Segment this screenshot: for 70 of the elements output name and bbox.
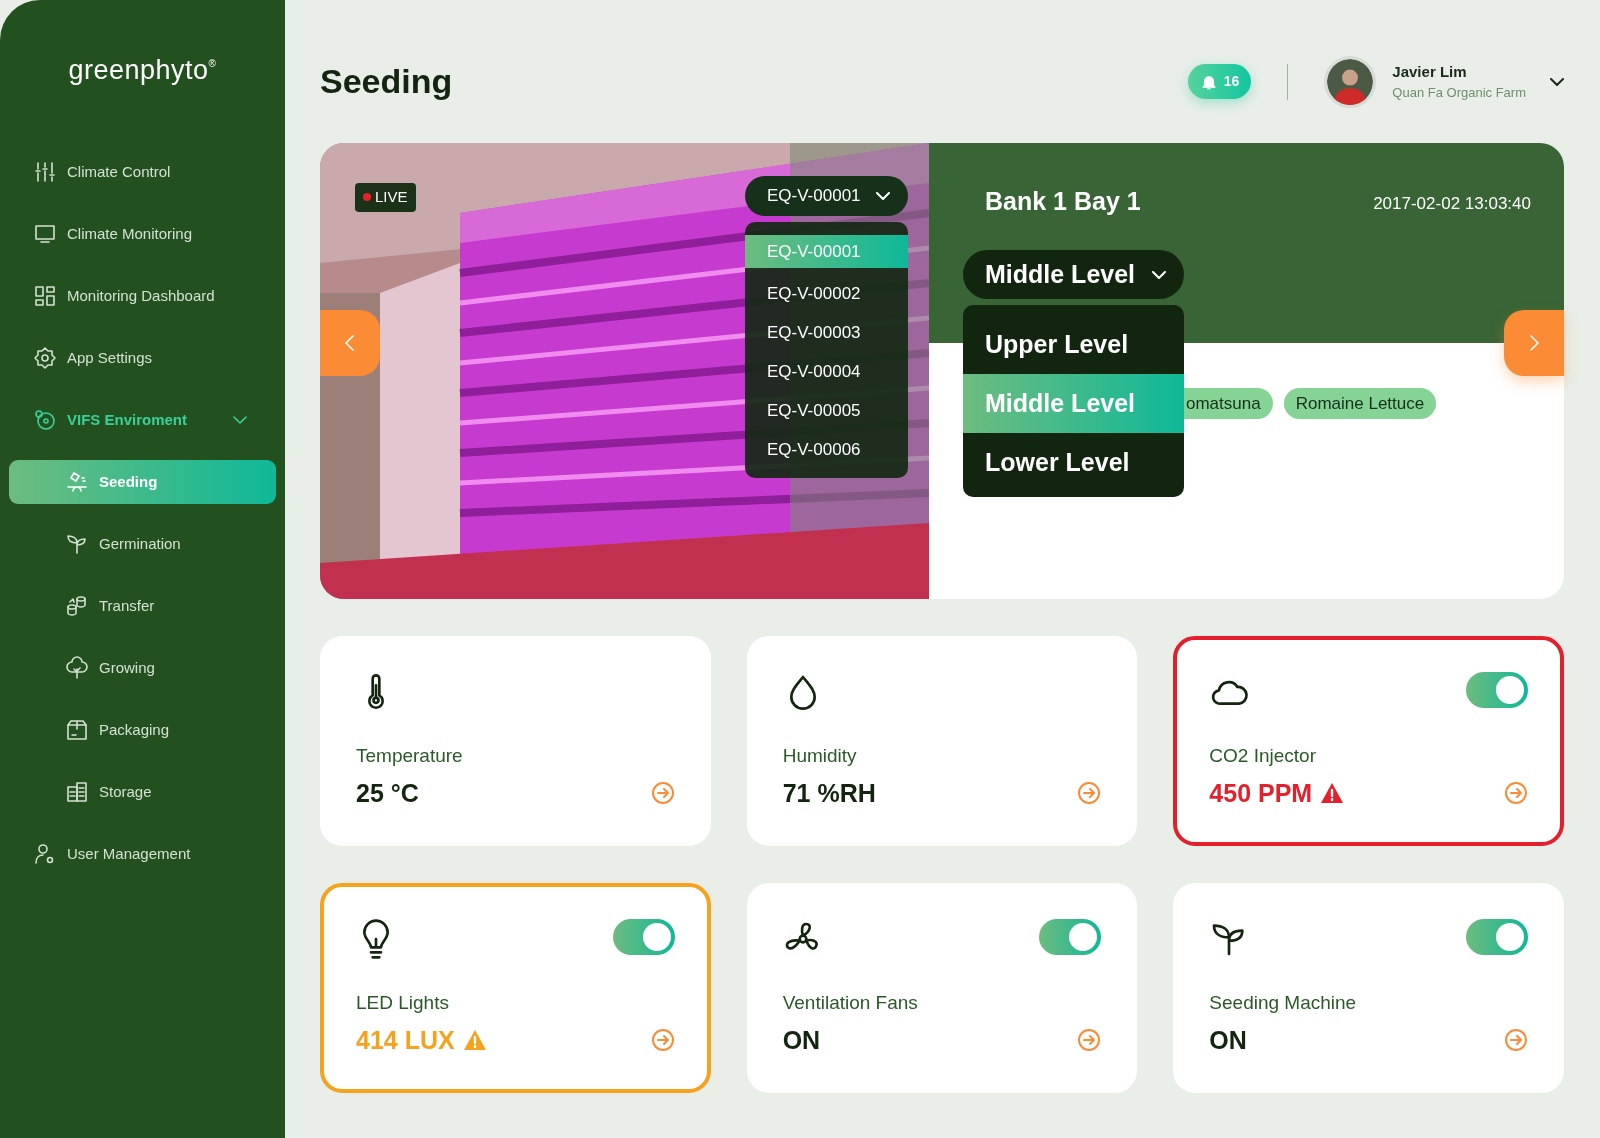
toggle-switch[interactable] [1466, 919, 1528, 955]
arrow-circle-icon[interactable] [1077, 781, 1102, 806]
tree-icon [65, 656, 89, 680]
farm-name: Quan Fa Organic Farm [1392, 84, 1526, 102]
previous-button[interactable] [320, 310, 380, 376]
avatar [1324, 55, 1377, 108]
toggle-switch[interactable] [1039, 919, 1102, 955]
dashboard-icon [33, 284, 57, 308]
device-dropdown[interactable]: EQ-V-00001 [745, 176, 908, 216]
sidebar-item[interactable]: Packaging [9, 708, 276, 752]
card-value: ON [1209, 1024, 1247, 1056]
sidebar-item[interactable]: Transfer [9, 584, 276, 628]
dropdown-option[interactable]: EQ-V-00003 [745, 313, 908, 352]
chevron-icon [876, 192, 890, 200]
chevron-icon [1550, 77, 1564, 86]
settings-icon [33, 346, 57, 370]
dropdown-option[interactable]: EQ-V-00006 [745, 430, 908, 469]
storage-icon [65, 780, 89, 804]
next-button[interactable] [1504, 310, 1564, 376]
dropdown-option[interactable]: EQ-V-00005 [745, 391, 908, 430]
sidebar-item[interactable]: Growing [9, 646, 276, 690]
toggle-switch[interactable] [612, 919, 675, 955]
transfer-icon [65, 594, 89, 618]
live-badge: LIVE [355, 183, 416, 212]
seeding-icon [65, 470, 89, 494]
warning-icon [462, 1029, 487, 1052]
level-dropdown[interactable]: Middle Level [963, 250, 1184, 299]
bay-title: Bank 1 Bay 1 [985, 186, 1141, 217]
timestamp: 2017-02-02 13:03:40 [1373, 193, 1531, 215]
arrow-circle-icon[interactable] [1504, 1028, 1528, 1053]
sliders-icon [33, 160, 57, 184]
level-option[interactable]: Upper Level [963, 315, 1184, 374]
page-title: Seeding [320, 61, 453, 102]
card-label: Temperature [356, 744, 464, 768]
arrow-circle-icon[interactable] [650, 1028, 675, 1053]
crop-tag: Romaine Lettuce [1283, 388, 1437, 419]
arrow-circle-icon[interactable] [650, 781, 675, 806]
card-value: 414 LUX [356, 1024, 455, 1056]
user-name: Javier Lim [1392, 61, 1468, 82]
warning-icon [1320, 782, 1345, 805]
arrow-circle-icon[interactable] [1504, 781, 1528, 806]
card-label: Seeding Machine [1209, 991, 1358, 1015]
sidebar-item[interactable]: Climate Control [9, 150, 276, 194]
toggle-switch[interactable] [1466, 672, 1528, 708]
dropdown-option[interactable]: EQ-V-00004 [745, 352, 908, 391]
sidebar-item[interactable]: App Settings [9, 336, 276, 380]
card-value: ON [782, 1024, 821, 1056]
package-icon [65, 718, 89, 742]
sidebar-item[interactable]: Storage [9, 770, 276, 814]
arrow-circle-icon[interactable] [1077, 1028, 1102, 1053]
card-label: Ventilation Fans [782, 991, 919, 1015]
logo: greenphyto$^{®}$ [68, 53, 217, 87]
card-value: 450 PPM [1209, 777, 1313, 809]
sidebar-item[interactable]: Climate Monitoring [9, 212, 276, 256]
sidebar-item[interactable]: VIFS Enviroment [9, 398, 276, 442]
card-label: CO2 Injector [1209, 744, 1317, 768]
chevron-icon [1152, 270, 1166, 279]
dropdown-option[interactable]: EQ-V-00002 [745, 274, 908, 313]
environment-icon [33, 408, 57, 432]
card-value: 71 %RH [782, 777, 876, 809]
sidebar-item[interactable]: Germination [9, 522, 276, 566]
crop-tag: omatsuna [1184, 388, 1273, 419]
card-label: LED Lights [356, 991, 450, 1015]
card-value: 25 °C [356, 777, 419, 809]
sprout-icon [65, 532, 89, 556]
monitor-icon [33, 222, 57, 246]
level-option[interactable]: Lower Level [963, 433, 1184, 492]
sidebar-item[interactable]: Monitoring Dashboard [9, 274, 276, 318]
sidebar-item[interactable]: User Management [9, 832, 276, 876]
card-label: Humidity [782, 744, 858, 768]
